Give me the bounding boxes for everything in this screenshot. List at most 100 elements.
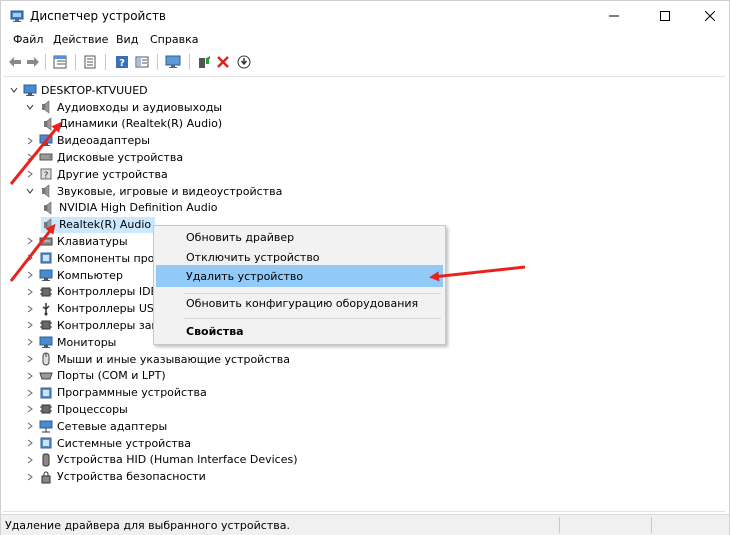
menu-file[interactable]: Файл [11, 33, 45, 46]
ide-controller-icon [39, 285, 53, 299]
processor-icon [39, 402, 53, 416]
chevron-right-icon[interactable] [25, 337, 35, 347]
back-icon[interactable] [6, 53, 24, 71]
chevron-right-icon[interactable] [25, 304, 35, 314]
ctx-scan-hardware[interactable]: Обновить конфигурацию оборудования [156, 292, 443, 314]
device-category[interactable]: Видеоадаптеры [39, 133, 150, 149]
device-label: Аудиовходы и аудиовыходы [57, 100, 223, 114]
device-label: Контроллеры IDE [57, 285, 158, 299]
minimize-button[interactable] [591, 1, 637, 31]
device-label: Дисковые устройства [57, 150, 184, 164]
device-category[interactable]: Контроллеры IDE [39, 284, 158, 300]
device-manager-window: Диспетчер устройств Файл Действие Вид Сп… [0, 0, 730, 535]
device-label: Realtek(R) Audio [59, 218, 152, 232]
forward-icon[interactable] [24, 53, 42, 71]
device-category[interactable]: Сетевые адаптеры [39, 418, 167, 434]
device-manager-icon [10, 9, 24, 23]
chevron-right-icon[interactable] [25, 287, 35, 297]
chevron-right-icon[interactable] [25, 270, 35, 280]
chevron-right-icon[interactable] [25, 371, 35, 381]
ctx-update-driver[interactable]: Обновить драйвер [156, 226, 443, 248]
computer-icon [23, 83, 37, 97]
device-label: Другие устройства [57, 167, 168, 181]
device-category[interactable]: Порты (COM и LPT) [39, 368, 166, 384]
chevron-right-icon[interactable] [25, 236, 35, 246]
device-category[interactable]: Аудиовходы и аудиовыходы [39, 99, 222, 115]
menu-view[interactable]: Вид [114, 33, 140, 46]
context-menu: Обновить драйвер Отключить устройство Уд… [153, 225, 446, 345]
ctx-properties[interactable]: Свойства [156, 320, 443, 342]
device-label: Процессоры [57, 402, 128, 416]
usb-controller-icon [39, 302, 53, 316]
chevron-right-icon[interactable] [25, 388, 35, 398]
display-adapter-icon [39, 134, 53, 148]
chevron-right-icon[interactable] [25, 354, 35, 364]
properties-icon[interactable] [81, 53, 99, 71]
device-category[interactable]: Компоненты прог [39, 250, 160, 266]
device-label: Порты (COM и LPT) [57, 369, 166, 383]
window-title: Диспетчер устройств [30, 9, 167, 23]
status-bar: Удаление драйвера для выбранного устройс… [1, 514, 729, 535]
monitor-icon [39, 335, 53, 349]
chevron-right-icon[interactable] [25, 472, 35, 482]
chevron-down-icon[interactable] [9, 85, 19, 95]
menu-help[interactable]: Справка [148, 33, 200, 46]
system-device-icon [39, 436, 53, 450]
chevron-down-icon[interactable] [25, 102, 35, 112]
ctx-uninstall-device[interactable]: Удалить устройство [156, 265, 443, 287]
device-category[interactable]: Контроллеры USE [39, 301, 161, 317]
device-category[interactable]: Устройства HID (Human Interface Devices) [39, 452, 298, 468]
device-category[interactable]: Программные устройства [39, 385, 207, 401]
security-device-icon [39, 470, 53, 484]
view-list-icon[interactable] [51, 53, 69, 71]
chevron-down-icon[interactable] [25, 186, 35, 196]
device-item[interactable]: NVIDIA High Definition Audio [41, 200, 218, 216]
update-icon[interactable] [235, 53, 253, 71]
tree-root[interactable]: DESKTOP-KTVUUED [9, 82, 148, 98]
view-details-icon[interactable] [133, 53, 151, 71]
device-label: Программные устройства [57, 386, 207, 400]
maximize-button[interactable] [642, 1, 688, 31]
chevron-right-icon[interactable] [25, 421, 35, 431]
software-device-icon [39, 386, 53, 400]
chevron-right-icon[interactable] [25, 404, 35, 414]
device-category[interactable]: Мыши и иные указывающие устройства [39, 351, 290, 367]
device-category[interactable]: Звуковые, игровые и видеоустройства [39, 183, 282, 199]
device-label: Звуковые, игровые и видеоустройства [57, 184, 283, 198]
device-category[interactable]: ? Другие устройства [39, 166, 168, 182]
chevron-right-icon[interactable] [25, 169, 35, 179]
device-category[interactable]: Мониторы [39, 334, 116, 350]
device-label: Контроллеры USE [57, 302, 161, 316]
chevron-right-icon[interactable] [25, 438, 35, 448]
speaker-icon [41, 217, 55, 232]
chevron-right-icon[interactable] [25, 455, 35, 465]
remove-icon[interactable] [214, 53, 232, 71]
chevron-right-icon[interactable] [25, 320, 35, 330]
device-item[interactable]: Динамики (Realtek(R) Audio) [41, 116, 222, 132]
device-label: Устройства безопасности [57, 470, 206, 484]
device-item[interactable]: Realtek(R) Audio [41, 216, 156, 233]
add-driver-icon[interactable] [195, 53, 213, 71]
device-category[interactable]: Контроллеры зап [39, 317, 159, 333]
device-label: NVIDIA High Definition Audio [59, 201, 218, 215]
device-category[interactable]: Устройства безопасности [39, 469, 206, 485]
device-label: Мониторы [57, 335, 117, 349]
device-category[interactable]: Системные устройства [39, 435, 191, 451]
device-category[interactable]: Процессоры [39, 401, 128, 417]
device-label: Сетевые адаптеры [57, 419, 168, 433]
monitor-icon[interactable] [164, 53, 182, 71]
device-category[interactable]: Компьютер [39, 267, 123, 283]
close-button[interactable] [687, 1, 730, 31]
device-category[interactable]: Клавиатуры [39, 233, 128, 249]
software-component-icon [39, 251, 53, 265]
chevron-right-icon[interactable] [25, 253, 35, 263]
chevron-right-icon[interactable] [25, 136, 35, 146]
storage-controller-icon [39, 318, 53, 332]
device-label: Клавиатуры [57, 234, 128, 248]
chevron-right-icon[interactable] [25, 152, 35, 162]
device-label: Динамики (Realtek(R) Audio) [59, 117, 223, 131]
menu-action[interactable]: Действие [51, 33, 110, 46]
device-category[interactable]: Дисковые устройства [39, 149, 183, 165]
help-icon[interactable]: ? [113, 53, 131, 71]
port-icon [39, 369, 53, 383]
